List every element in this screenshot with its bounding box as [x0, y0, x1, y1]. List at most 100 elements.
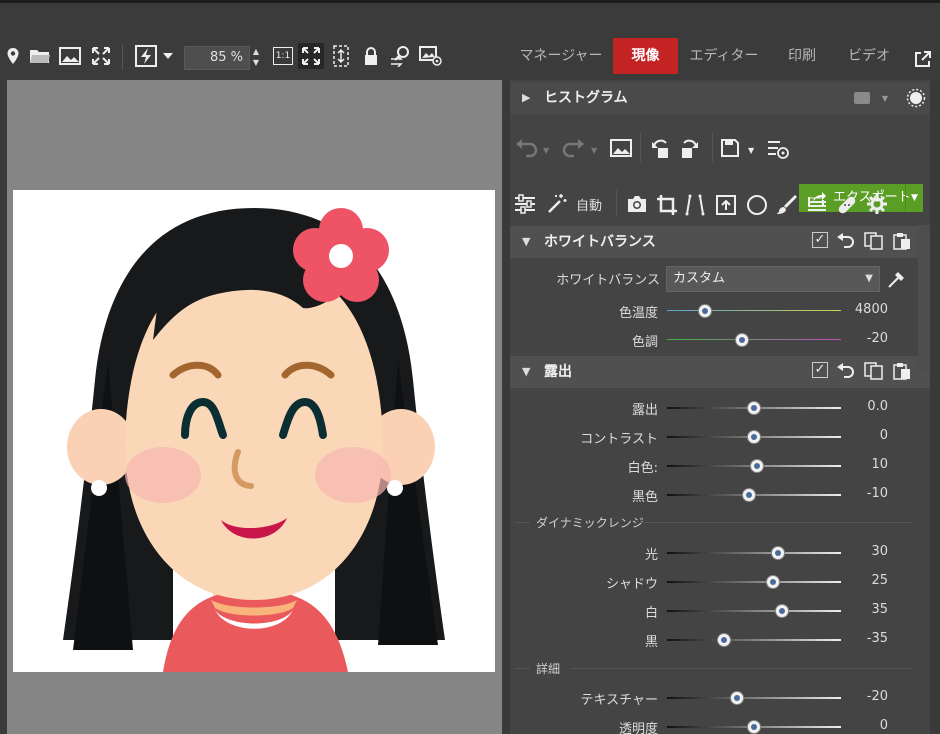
- slider-value[interactable]: 0.0: [838, 399, 888, 414]
- slider-knob[interactable]: [734, 333, 749, 347]
- settings-gear-icon[interactable]: [866, 193, 888, 219]
- compare-zoom-icon[interactable]: [388, 43, 414, 69]
- chevron-down-icon[interactable]: ▼: [882, 94, 888, 103]
- exposure-slider-row[interactable]: 黒色 -10: [510, 484, 930, 506]
- exposure-slider-row[interactable]: コントラスト 0: [510, 426, 930, 448]
- zoom-input[interactable]: 85 %: [184, 46, 250, 70]
- slider-knob[interactable]: [774, 604, 789, 618]
- tab-develop[interactable]: 現像: [613, 38, 678, 74]
- image-icon[interactable]: [57, 43, 83, 69]
- histogram-mode-icon[interactable]: [854, 92, 870, 104]
- slider-knob[interactable]: [717, 633, 732, 647]
- lock-icon[interactable]: [358, 43, 384, 69]
- panel-scrollbar[interactable]: [930, 80, 940, 734]
- eyedropper-icon[interactable]: [886, 268, 908, 294]
- slider-knob[interactable]: [747, 401, 761, 415]
- open-folder-icon[interactable]: [27, 43, 53, 69]
- slider-value[interactable]: -35: [838, 631, 888, 646]
- tab-manager[interactable]: マネージャー: [512, 38, 610, 74]
- slider-knob[interactable]: [747, 430, 761, 444]
- dynamic-range-slider-row[interactable]: 光 30: [510, 542, 930, 564]
- exposure-slider-row[interactable]: 白色: 10: [510, 455, 930, 477]
- camera-icon[interactable]: [626, 195, 648, 217]
- enable-checkbox[interactable]: ✓: [812, 232, 828, 248]
- slider-track[interactable]: [667, 581, 841, 583]
- auto-label[interactable]: 自動: [576, 195, 602, 214]
- rotate-right-icon[interactable]: [678, 138, 700, 164]
- slider-knob[interactable]: [729, 691, 744, 705]
- quick-fix-icon[interactable]: [133, 43, 159, 69]
- undo-icon[interactable]: [514, 138, 538, 162]
- sun-icon[interactable]: [906, 88, 926, 112]
- zoom-stepper[interactable]: ▲ ▼: [251, 46, 261, 70]
- exposure-slider-row[interactable]: 露出 0.0: [510, 397, 930, 419]
- slider-track[interactable]: [667, 310, 841, 311]
- slider-value[interactable]: 4800: [838, 302, 888, 317]
- slider-knob[interactable]: [747, 720, 761, 734]
- redo-icon[interactable]: [562, 138, 586, 162]
- white-balance-header[interactable]: ▼ ホワイトバランス ✓: [510, 226, 930, 258]
- slider-value[interactable]: 0: [838, 428, 888, 443]
- tab-editor[interactable]: エディター: [683, 38, 765, 74]
- dynamic-range-slider-row[interactable]: 黒 -35: [510, 629, 930, 651]
- slider-track[interactable]: [667, 339, 841, 340]
- chevron-down-icon[interactable]: ▼: [591, 146, 597, 155]
- panel-scrollbar-thumb[interactable]: [918, 225, 930, 370]
- detail-slider-row[interactable]: 透明度 0: [510, 716, 930, 734]
- slider-knob[interactable]: [741, 488, 756, 502]
- dynamic-range-slider-row[interactable]: シャドウ 25: [510, 571, 930, 593]
- slider-value[interactable]: 10: [838, 457, 888, 472]
- tab-print[interactable]: 印刷: [774, 38, 830, 74]
- chevron-down-icon[interactable]: ▼: [543, 146, 549, 155]
- exposure-header[interactable]: ▼ 露出 ✓: [510, 356, 930, 388]
- slider-knob[interactable]: [771, 546, 786, 560]
- reset-icon[interactable]: [836, 232, 856, 254]
- external-window-icon[interactable]: [910, 46, 936, 72]
- fit-height-icon[interactable]: [328, 43, 354, 69]
- white-balance-dropdown[interactable]: カスタム ▼: [666, 266, 880, 292]
- reset-icon[interactable]: [836, 362, 856, 384]
- gradient-icon[interactable]: [806, 194, 828, 220]
- slider-track[interactable]: [667, 639, 841, 641]
- enable-checkbox[interactable]: ✓: [812, 362, 828, 378]
- slider-value[interactable]: 35: [838, 602, 888, 617]
- batch-settings-icon[interactable]: [766, 138, 790, 164]
- chevron-down-icon[interactable]: [160, 43, 176, 69]
- slider-value[interactable]: -20: [838, 689, 888, 704]
- location-pin-icon[interactable]: [0, 43, 26, 69]
- healing-bandage-icon[interactable]: [836, 194, 858, 220]
- wb-slider-row[interactable]: 色調 -20: [510, 329, 930, 351]
- slider-knob[interactable]: [698, 304, 713, 318]
- rotate-left-icon[interactable]: [650, 138, 672, 164]
- wb-slider-row[interactable]: 色温度 4800: [510, 300, 930, 322]
- adjustments-icon[interactable]: [514, 194, 536, 218]
- slider-value[interactable]: 25: [838, 573, 888, 588]
- magic-wand-icon[interactable]: [546, 193, 568, 219]
- crop-icon[interactable]: [656, 194, 678, 220]
- chevron-down-icon[interactable]: ▼: [748, 146, 754, 155]
- slider-value[interactable]: -20: [838, 331, 888, 346]
- slider-value[interactable]: 30: [838, 544, 888, 559]
- slider-track[interactable]: [667, 552, 841, 554]
- image-settings-icon[interactable]: [418, 43, 444, 69]
- slider-value[interactable]: -10: [838, 486, 888, 501]
- copy-icon[interactable]: [864, 232, 884, 254]
- brush-icon[interactable]: [776, 194, 798, 220]
- histogram-header[interactable]: ▶ ヒストグラム ▼: [510, 82, 930, 114]
- tonal-icon[interactable]: [715, 194, 737, 220]
- slider-knob[interactable]: [750, 459, 765, 473]
- slider-track[interactable]: [667, 697, 841, 699]
- slider-value[interactable]: 0: [838, 718, 888, 733]
- save-icon[interactable]: [720, 138, 740, 162]
- fullscreen-icon[interactable]: [88, 43, 114, 69]
- dynamic-range-slider-row[interactable]: 白 35: [510, 600, 930, 622]
- zoom-one-to-one-button[interactable]: 1:1: [270, 43, 296, 69]
- photo-preview[interactable]: [13, 190, 495, 672]
- picture-icon[interactable]: [610, 138, 632, 162]
- slider-knob[interactable]: [766, 575, 781, 589]
- fit-to-screen-icon[interactable]: [298, 43, 324, 69]
- paste-icon[interactable]: [892, 232, 912, 254]
- detail-slider-row[interactable]: テキスチャー -20: [510, 687, 930, 709]
- paste-icon[interactable]: [892, 362, 912, 384]
- circle-mask-icon[interactable]: [746, 194, 768, 220]
